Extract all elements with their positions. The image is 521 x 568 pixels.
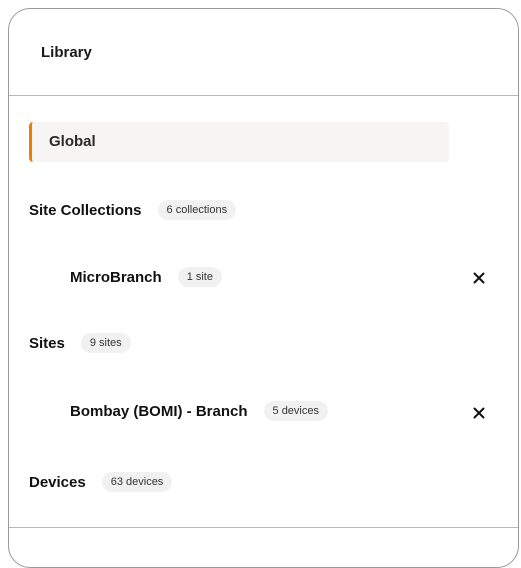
- site-item-label: Bombay (BOMI) - Branch: [70, 402, 248, 420]
- close-icon: [473, 407, 485, 419]
- site-collections-count-badge: 6 collections: [157, 200, 237, 220]
- site-item-count-badge: 5 devices: [263, 401, 328, 421]
- site-collections-label: Site Collections: [29, 201, 142, 219]
- collection-item-count-badge: 1 site: [177, 267, 222, 287]
- devices-label: Devices: [29, 473, 86, 491]
- site-item-bombay-branch[interactable]: Bombay (BOMI) - Branch 5 devices: [70, 399, 328, 423]
- devices-count-badge: 63 devices: [101, 472, 173, 492]
- sites-label: Sites: [29, 334, 65, 352]
- panel-title: Library: [41, 44, 92, 61]
- site-collections-header[interactable]: Site Collections 6 collections: [29, 198, 237, 222]
- remove-microbranch-button[interactable]: [469, 268, 489, 288]
- global-item[interactable]: Global: [29, 122, 449, 162]
- footer-divider: [9, 527, 518, 528]
- devices-header[interactable]: Devices 63 devices: [29, 470, 173, 494]
- header-divider: [9, 95, 518, 96]
- collection-item-microbranch[interactable]: MicroBranch 1 site: [70, 265, 222, 289]
- sites-header[interactable]: Sites 9 sites: [29, 331, 131, 355]
- remove-bombay-branch-button[interactable]: [469, 403, 489, 423]
- global-label: Global: [49, 133, 96, 150]
- library-panel: Library Global Site Collections 6 collec…: [8, 8, 519, 568]
- collection-item-label: MicroBranch: [70, 268, 162, 286]
- sites-count-badge: 9 sites: [80, 333, 131, 353]
- close-icon: [473, 272, 485, 284]
